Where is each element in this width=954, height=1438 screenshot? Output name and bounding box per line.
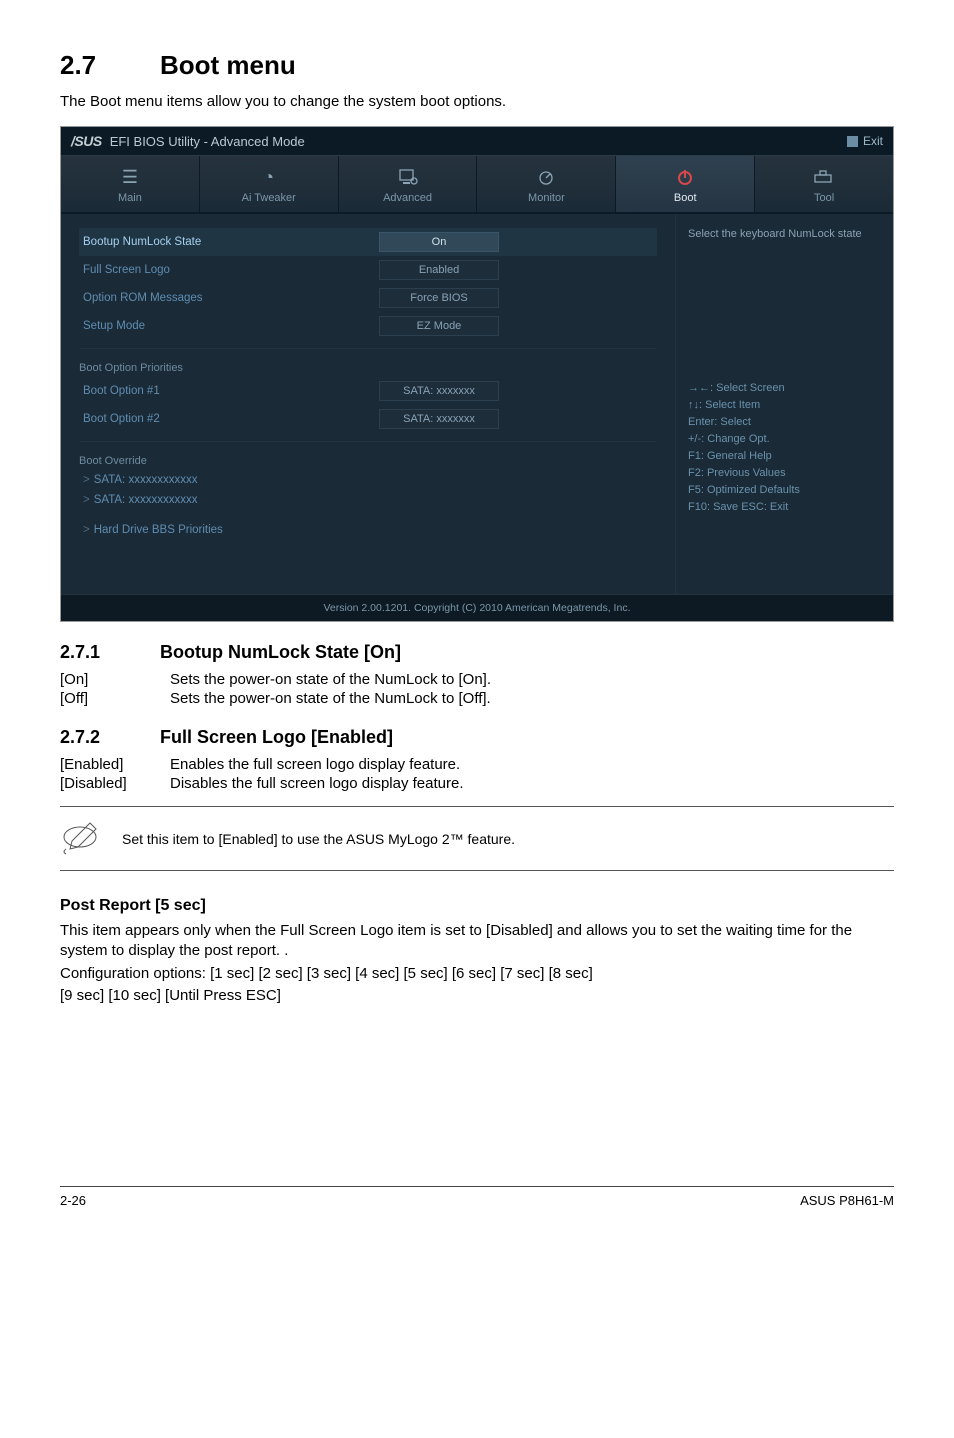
key-help: →←: Select Screen ↑↓: Select Item Enter:… [688, 380, 881, 516]
page-number: 2-26 [60, 1193, 86, 1208]
page-footer: 2-26 ASUS P8H61-M [60, 1186, 894, 1208]
chevron-right-icon: > [83, 494, 90, 506]
tab-main-label: Main [61, 192, 199, 204]
setting-setupmode[interactable]: Setup Mode EZ Mode [79, 312, 657, 340]
bios-help-panel: Select the keyboard NumLock state →←: Se… [675, 214, 893, 594]
section-intro: The Boot menu items allow you to change … [60, 93, 894, 110]
setting-bootopt1-label: Boot Option #1 [79, 385, 379, 397]
subsection-272-text: Full Screen Logo [Enabled] [160, 727, 393, 747]
post-report-title: Post Report [5 sec] [60, 897, 894, 915]
tab-monitor-label: Monitor [477, 192, 615, 204]
key-help-line: F1: General Help [688, 448, 881, 465]
bios-titlebar: /SUS EFI BIOS Utility - Advanced Mode Ex… [61, 127, 893, 156]
setting-fullscreen-value[interactable]: Enabled [379, 260, 499, 280]
section-title-text: Boot menu [160, 50, 296, 80]
context-help: Select the keyboard NumLock state [688, 228, 881, 240]
setting-bootopt2[interactable]: Boot Option #2 SATA: xxxxxxx [79, 405, 657, 433]
option-row: [Disabled] Disables the full screen logo… [60, 775, 894, 792]
key-help-line: Enter: Select [688, 414, 881, 431]
power-icon [616, 166, 754, 188]
note-box: Set this item to [Enabled] to use the AS… [60, 806, 894, 871]
exit-icon [847, 136, 858, 147]
exit-button[interactable]: Exit [847, 134, 883, 148]
option-desc: Sets the power-on state of the NumLock t… [170, 671, 491, 688]
boot-override-header: Boot Override [79, 450, 657, 470]
option-desc: Disables the full screen logo display fe… [170, 775, 464, 792]
tab-tool[interactable]: Tool [755, 156, 893, 212]
tab-main[interactable]: ☰ Main [61, 156, 200, 212]
setting-fullscreen-label: Full Screen Logo [79, 264, 379, 276]
tab-tool-label: Tool [755, 192, 893, 204]
product-name: ASUS P8H61-M [800, 1193, 894, 1208]
setting-setupmode-label: Setup Mode [79, 320, 379, 332]
tab-aitweaker-label: Ai Tweaker [200, 192, 338, 204]
key-help-line: →←: Select Screen [688, 380, 881, 397]
setting-numlock-label: Bootup NumLock State [79, 236, 379, 248]
tab-boot[interactable]: Boot [616, 156, 755, 212]
note-text: Set this item to [Enabled] to use the AS… [122, 831, 515, 847]
advanced-icon [339, 166, 477, 188]
setting-bootopt1-value[interactable]: SATA: xxxxxxx [379, 381, 499, 401]
option-key: [Disabled] [60, 775, 170, 792]
key-help-line: ↑↓: Select Item [688, 397, 881, 414]
option-key: [Off] [60, 690, 170, 707]
option-row: [Enabled] Enables the full screen logo d… [60, 756, 894, 773]
option-row: [Off] Sets the power-on state of the Num… [60, 690, 894, 707]
override-sata2[interactable]: >SATA: xxxxxxxxxxxx [79, 490, 657, 510]
option-key: [On] [60, 671, 170, 688]
list-icon: ☰ [61, 166, 199, 188]
tab-aitweaker[interactable]: ◔ Ai Tweaker [200, 156, 339, 212]
tweaker-icon: ◔ [200, 166, 338, 188]
key-help-line: F5: Optimized Defaults [688, 482, 881, 499]
tool-icon [755, 166, 893, 188]
post-report-p3: [9 sec] [10 sec] [Until Press ESC] [60, 986, 894, 1006]
key-help-line: F2: Previous Values [688, 465, 881, 482]
option-key: [Enabled] [60, 756, 170, 773]
setting-fullscreen[interactable]: Full Screen Logo Enabled [79, 256, 657, 284]
chevron-right-icon: > [83, 474, 90, 486]
option-desc: Enables the full screen logo display fea… [170, 756, 460, 773]
tab-monitor[interactable]: Monitor [477, 156, 616, 212]
setting-bootopt1[interactable]: Boot Option #1 SATA: xxxxxxx [79, 377, 657, 405]
bios-title: EFI BIOS Utility - Advanced Mode [110, 134, 305, 149]
bios-tabs: ☰ Main ◔ Ai Tweaker Advanced Monitor Boo… [61, 156, 893, 214]
setting-optionrom[interactable]: Option ROM Messages Force BIOS [79, 284, 657, 312]
setting-bootopt2-label: Boot Option #2 [79, 413, 379, 425]
setting-numlock-value[interactable]: On [379, 232, 499, 252]
pencil-icon [60, 817, 104, 860]
bios-settings-panel: Bootup NumLock State On Full Screen Logo… [61, 214, 675, 594]
tab-advanced-label: Advanced [339, 192, 477, 204]
harddrive-bbs[interactable]: >Hard Drive BBS Priorities [79, 520, 657, 540]
post-report-p1: This item appears only when the Full Scr… [60, 921, 894, 962]
option-desc: Sets the power-on state of the NumLock t… [170, 690, 491, 707]
asus-logo: /SUS [71, 133, 102, 149]
key-help-line: F10: Save ESC: Exit [688, 499, 881, 516]
setting-numlock[interactable]: Bootup NumLock State On [79, 228, 657, 256]
setting-setupmode-value[interactable]: EZ Mode [379, 316, 499, 336]
subsection-272-title: 2.7.2Full Screen Logo [Enabled] [60, 727, 894, 748]
chevron-right-icon: > [83, 524, 90, 536]
tab-advanced[interactable]: Advanced [339, 156, 478, 212]
override-sata1[interactable]: >SATA: xxxxxxxxxxxx [79, 470, 657, 490]
exit-label: Exit [863, 134, 883, 148]
bios-footer: Version 2.00.1201. Copyright (C) 2010 Am… [61, 594, 893, 621]
post-report-p2: Configuration options: [1 sec] [2 sec] [… [60, 964, 894, 984]
subsection-271-title: 2.7.1Bootup NumLock State [On] [60, 642, 894, 663]
setting-bootopt2-value[interactable]: SATA: xxxxxxx [379, 409, 499, 429]
tab-boot-label: Boot [616, 192, 754, 204]
setting-optionrom-value[interactable]: Force BIOS [379, 288, 499, 308]
subsection-271-num: 2.7.1 [60, 642, 160, 663]
bios-window: /SUS EFI BIOS Utility - Advanced Mode Ex… [60, 126, 894, 622]
key-help-line: +/-: Change Opt. [688, 431, 881, 448]
subsection-271-text: Bootup NumLock State [On] [160, 642, 401, 662]
section-heading: 2.7Boot menu [60, 50, 894, 81]
option-row: [On] Sets the power-on state of the NumL… [60, 671, 894, 688]
monitor-icon [477, 166, 615, 188]
section-number: 2.7 [60, 50, 160, 81]
subsection-272-num: 2.7.2 [60, 727, 160, 748]
setting-optionrom-label: Option ROM Messages [79, 292, 379, 304]
boot-priorities-header: Boot Option Priorities [79, 357, 657, 377]
